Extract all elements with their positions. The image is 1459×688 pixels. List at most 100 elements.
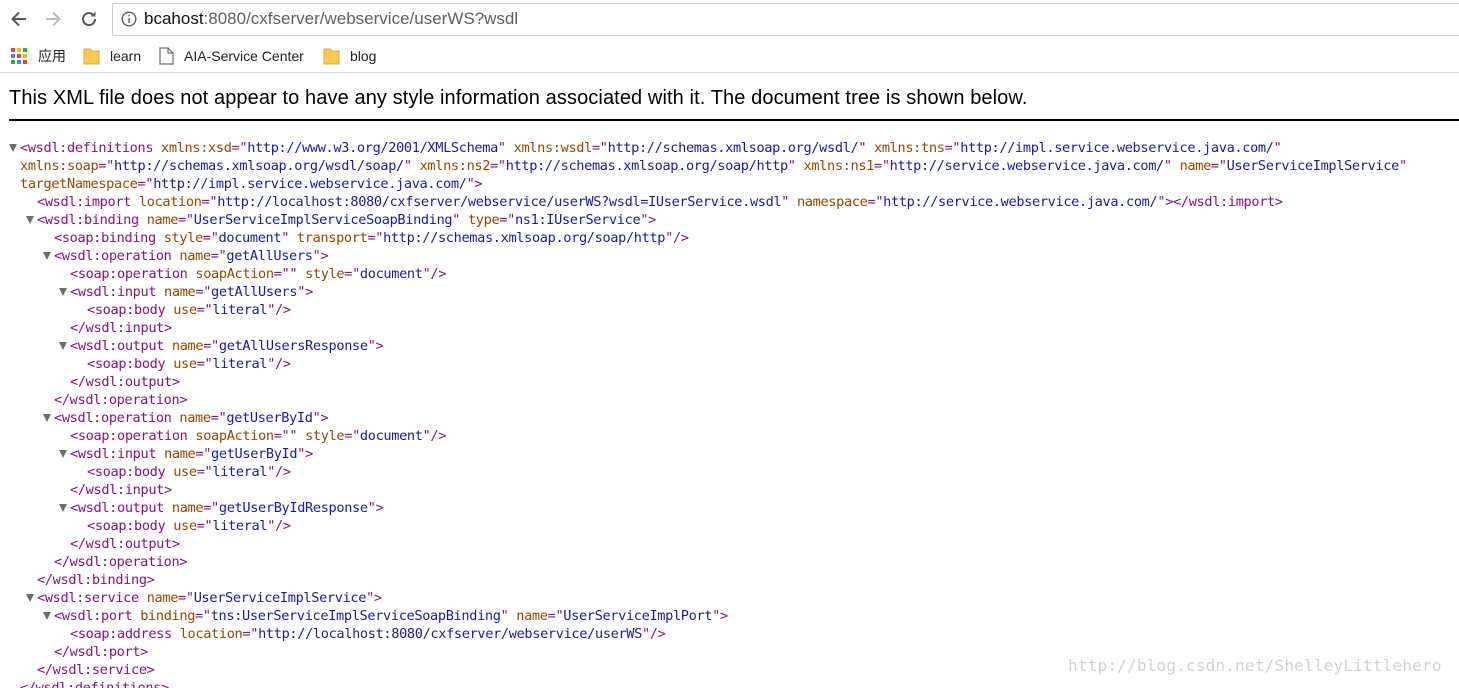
collapse-triangle-icon[interactable] [43, 612, 51, 620]
bookmark-aia-service-center[interactable]: AIA-Service Center [159, 46, 304, 66]
xml-tag: =" [344, 266, 360, 282]
xml-tag: =" [196, 356, 213, 372]
folder-icon [83, 47, 100, 65]
xml-attr-value: ns1:IUserService [514, 212, 641, 228]
xml-attr-name: name [171, 500, 204, 516]
xml-tag: =" [874, 158, 890, 174]
xml-line-text: <wsdl:output name="getUserByIdResponse"> [70, 499, 384, 517]
xml-attr-name: style [305, 266, 345, 282]
page-icon [159, 47, 174, 65]
xml-attr-name: use [173, 464, 197, 480]
xml-tag: </wsdl:port> [54, 644, 149, 660]
xml-attr-value: literal [212, 302, 268, 318]
xml-line-text: <wsdl:binding name="UserServiceImplServi… [37, 211, 656, 229]
collapse-triangle-icon[interactable] [59, 288, 67, 296]
xml-attr-name: name [146, 212, 179, 228]
bookmark-learn[interactable]: learn [83, 46, 141, 66]
xml-space [139, 212, 147, 228]
collapse-triangle-icon[interactable] [59, 504, 67, 512]
xml-attr-value: UserServiceImplService [1226, 158, 1400, 174]
folder-icon [323, 47, 340, 65]
xml-space [866, 140, 874, 156]
xml-tag: =" [98, 158, 115, 174]
collapse-triangle-icon[interactable] [43, 252, 51, 260]
bookmark-blog[interactable]: blog [323, 46, 376, 66]
xml-tag: "> [312, 410, 329, 426]
xml-space [1172, 158, 1180, 174]
xml-tag: =" [210, 410, 227, 426]
xml-tag: "> [712, 608, 728, 624]
xml-tag: <soap:body [87, 302, 166, 318]
xml-tag: "> [297, 446, 313, 462]
xml-tag: =" [591, 140, 608, 156]
xml-line-text: <wsdl:import location="http://localhost:… [37, 193, 1283, 211]
xml-attr-value: document [359, 428, 423, 444]
xml-line-text: <wsdl:operation name="getAllUsers"> [54, 247, 329, 265]
xml-tag: "> [297, 284, 313, 300]
collapse-triangle-icon[interactable] [59, 342, 67, 350]
xml-tag: =" [490, 158, 506, 174]
xml-style-notice: This XML file does not appear to have an… [9, 87, 1028, 109]
xml-tag: <wsdl:binding [37, 212, 139, 228]
collapse-triangle-icon[interactable] [26, 594, 34, 602]
xml-tag: =" [137, 176, 154, 192]
address-bar[interactable]: bcahost:8080/cxfserver/webservice/userWS… [112, 3, 1459, 36]
site-info-icon[interactable] [121, 11, 137, 32]
reload-button[interactable] [76, 6, 102, 32]
xml-attr-name: xmlns:soap [20, 158, 99, 174]
xml-tag: =" [1210, 158, 1227, 174]
collapse-triangle-icon[interactable] [43, 414, 51, 422]
xml-space [165, 518, 173, 534]
browser-toolbar: bcahost:8080/cxfserver/webservice/userWS… [0, 0, 1459, 38]
xml-attr-name: xmlns:ns1 [803, 158, 874, 174]
xml-tag: =" [499, 212, 515, 228]
back-arrow-icon [11, 11, 26, 27]
xml-line-text: </wsdl:port> [54, 643, 148, 661]
xml-tag: </wsdl:input> [70, 320, 172, 336]
xml-attr-name: soapAction [195, 266, 274, 282]
xml-line-text: <wsdl:input name="getUserById"> [70, 445, 313, 463]
xml-tag: <wsdl:input [70, 284, 157, 300]
collapse-triangle-icon[interactable] [9, 144, 17, 152]
xml-line-text: <wsdl:port binding="tns:UserServiceImplS… [54, 607, 728, 625]
xml-tag: =" [367, 230, 384, 246]
xml-line-text: <soap:operation soapAction="" style="doc… [70, 427, 446, 445]
xml-tag: </wsdl:definitions> [20, 680, 169, 688]
xml-line-text: <soap:body use="literal"/> [87, 301, 291, 319]
xml-tag: <soap:body [87, 518, 166, 534]
forward-button[interactable] [40, 6, 66, 32]
collapse-triangle-icon[interactable] [59, 450, 67, 458]
forward-arrow-icon [46, 11, 61, 27]
xml-tag: =" [195, 608, 211, 624]
xml-attr-name: name [1179, 158, 1212, 174]
xml-attr-value: literal [212, 464, 268, 480]
back-button[interactable] [6, 6, 32, 32]
xml-tag: </wsdl:output> [70, 536, 180, 552]
xml-tag: <wsdl:input [70, 446, 157, 462]
xml-attr-name: transport [296, 230, 368, 246]
xml-line-text: </wsdl:definitions> [20, 679, 169, 688]
xml-space [164, 338, 172, 354]
xml-space [297, 266, 305, 282]
collapse-triangle-icon[interactable] [26, 216, 34, 224]
xml-attr-name: xmlns:wsdl [513, 140, 593, 156]
xml-attr-value: http://schemas.xmlsoap.org/wsdl/soap/ [114, 158, 404, 174]
xml-attr-name: binding [140, 608, 196, 624]
xml-attr-name: name [516, 608, 548, 624]
xml-tag: " [281, 230, 290, 246]
xml-attr-value: UserServiceImplPort [563, 608, 713, 624]
xml-space [460, 212, 468, 228]
xml-tag: =" [178, 212, 194, 228]
xml-attr-value: http://impl.service.webservice.java.com/ [960, 140, 1274, 156]
xml-tag: <wsdl:output [70, 500, 165, 516]
xml-tag: <soap:body [87, 464, 166, 480]
xml-tag: </wsdl:input> [70, 482, 172, 498]
xml-attr-value: literal [212, 356, 268, 372]
xml-attr-name: xmlns:tns [874, 140, 945, 156]
xml-line-text: targetNamespace="http://impl.service.web… [20, 175, 483, 193]
xml-tag: =" [202, 230, 219, 246]
xml-tag: =" [242, 626, 259, 642]
xml-attr-value: http://impl.service.webservice.java.com/ [153, 176, 467, 192]
bookmark-apps[interactable]: 应用 [10, 46, 66, 66]
bookmark-label: blog [350, 48, 377, 64]
